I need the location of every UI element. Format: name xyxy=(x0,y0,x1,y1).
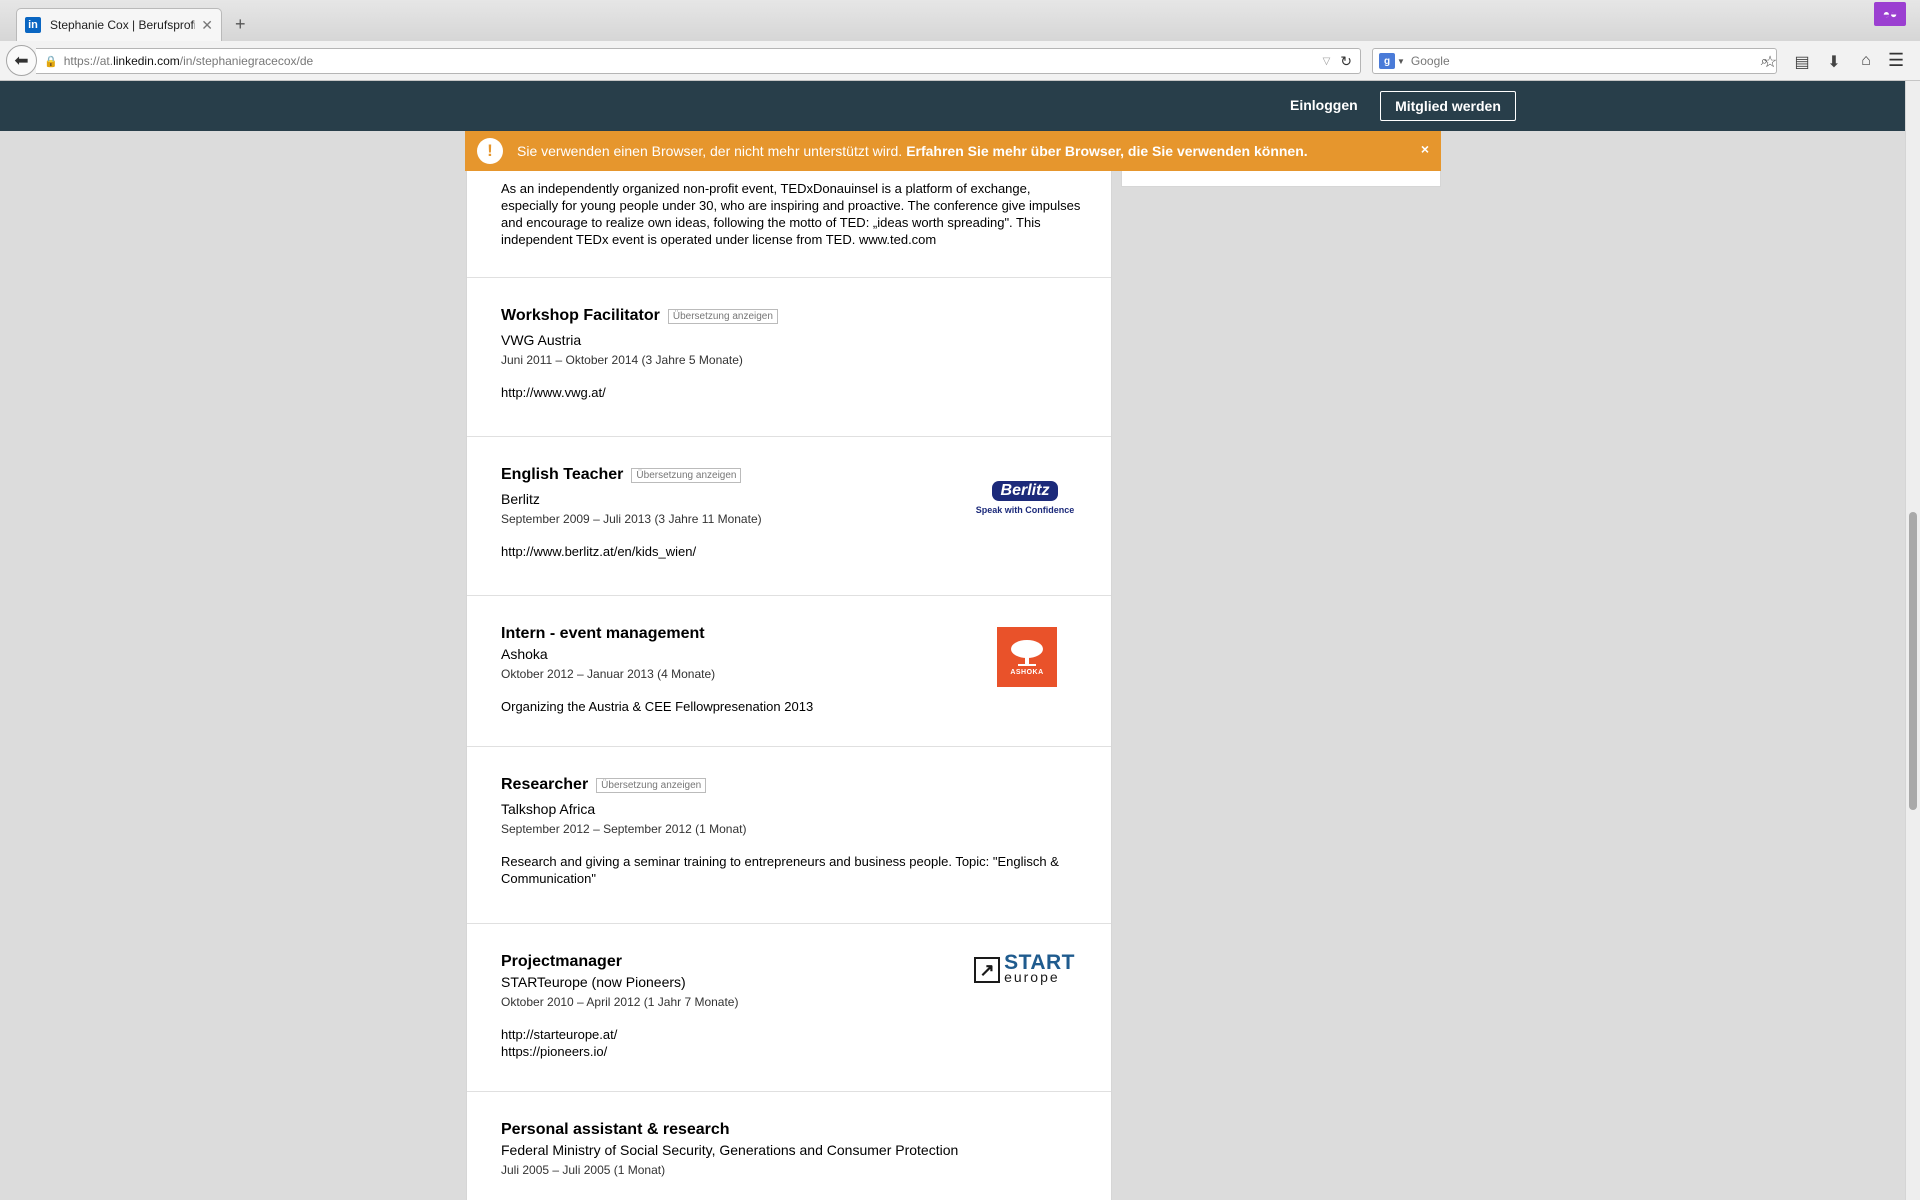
url-text[interactable]: https://at.linkedin.com/in/stephaniegrac… xyxy=(64,54,1323,68)
lock-icon: 🔒 xyxy=(44,55,58,68)
experience-entry: English Teacher Übersetzung anzeigen Ber… xyxy=(467,436,1111,595)
entry-description: As an independently organized non-profit… xyxy=(501,181,1081,247)
entry-company[interactable]: Ashoka xyxy=(501,646,1077,662)
starteurope-logo-start: START xyxy=(1004,951,1075,974)
back-button[interactable]: ⬅ xyxy=(6,45,37,76)
bookmark-star-icon[interactable]: ☆ xyxy=(1754,52,1786,72)
entry-description: Research and giving a seminar training t… xyxy=(501,854,1059,886)
entry-title[interactable]: Workshop Facilitator xyxy=(501,307,660,325)
entry-links: http://www.vwg.at/ xyxy=(501,384,1077,401)
starteurope-logo-europe: europe xyxy=(1004,969,1060,985)
entry-links: http://www.berlitz.at/en/kids_wien/ xyxy=(501,543,1077,560)
browser-tab-bar: in Stephanie Cox | Berufsprofil ✕ + ◓◒ xyxy=(0,0,1920,41)
entry-title[interactable]: Personal assistant & research xyxy=(501,1121,730,1139)
entry-title[interactable]: Projectmanager xyxy=(501,953,622,971)
reload-icon[interactable]: ↻ xyxy=(1340,53,1352,70)
private-browsing-mask-icon[interactable]: ◓◒ xyxy=(1874,2,1906,26)
arrow-up-right-icon: ↗ xyxy=(974,957,1001,983)
back-arrow-icon: ⬅ xyxy=(14,50,29,70)
entry-dates: Oktober 2010 – April 2012 (1 Jahr 7 Mona… xyxy=(501,995,739,1009)
show-translation-button[interactable]: Übersetzung anzeigen xyxy=(667,308,778,324)
experience-section: As an independently organized non-profit… xyxy=(466,131,1112,1200)
berlitz-tagline: Speak with Confidence xyxy=(975,505,1075,515)
unsupported-browser-banner: ! Sie verwenden einen Browser, der nicht… xyxy=(465,131,1441,171)
linkedin-header: Einloggen Mitglied werden xyxy=(0,81,1905,131)
entry-dates: Juni 2011 – Oktober 2014 (3 Jahre 5 Mona… xyxy=(501,353,743,367)
entry-link[interactable]: http://www.vwg.at/ xyxy=(501,384,1077,401)
close-tab-icon[interactable]: ✕ xyxy=(201,17,213,34)
reading-list-icon[interactable]: ▤ xyxy=(1786,52,1818,72)
entry-title[interactable]: Intern - event management xyxy=(501,625,705,643)
new-tab-icon[interactable]: + xyxy=(235,14,246,35)
entry-title-row: Personal assistant & research xyxy=(501,1121,1077,1139)
toolbar-icons: ☆ ▤ ⬇ ⌂ xyxy=(1754,52,1882,72)
entry-link[interactable]: http://starteurope.at/ xyxy=(501,1026,1077,1043)
experience-entry: Researcher Übersetzung anzeigen Talkshop… xyxy=(467,746,1111,923)
hamburger-menu-icon[interactable]: ☰ xyxy=(1888,50,1904,71)
linkedin-favicon-icon: in xyxy=(25,17,41,33)
scrollbar-thumb[interactable] xyxy=(1909,512,1917,810)
tree-icon xyxy=(1011,639,1043,666)
entry-company[interactable]: VWG Austria xyxy=(501,332,1077,348)
entry-title-row: Workshop Facilitator Übersetzung anzeige… xyxy=(501,307,1077,325)
ashoka-logo[interactable]: ASHOKA xyxy=(997,627,1057,687)
experience-entry: Intern - event management Ashoka Oktober… xyxy=(467,595,1111,746)
starteurope-logo-words: START europe xyxy=(1004,951,1075,985)
show-translation-button[interactable]: Übersetzung anzeigen xyxy=(596,777,707,793)
entry-dates: September 2012 – September 2012 (1 Monat… xyxy=(501,822,747,836)
google-search-engine-icon[interactable]: g xyxy=(1379,53,1395,69)
close-banner-icon[interactable]: × xyxy=(1421,141,1429,157)
warning-text: Sie verwenden einen Browser, der nicht m… xyxy=(517,143,903,159)
entry-links: http://starteurope.at/ https://pioneers.… xyxy=(501,1026,1077,1060)
berlitz-logo[interactable]: Berlitz Speak with Confidence xyxy=(975,481,1075,515)
experience-entry: Workshop Facilitator Übersetzung anzeige… xyxy=(467,277,1111,436)
experience-entry: Projectmanager STARTeurope (now Pioneers… xyxy=(467,923,1111,1091)
entry-title[interactable]: English Teacher xyxy=(501,466,623,484)
entry-dates: Juli 2005 – Juli 2005 (1 Monat) xyxy=(501,1163,666,1177)
url-bar[interactable]: 🔒 https://at.linkedin.com/in/stephaniegr… xyxy=(36,48,1361,74)
entry-link[interactable]: https://pioneers.io/ xyxy=(501,1043,1077,1060)
url-history-dropdown-icon[interactable]: ▽ xyxy=(1323,56,1331,67)
experience-entry: Personal assistant & research Federal Mi… xyxy=(467,1091,1111,1200)
search-bar[interactable]: g ▼ Google ⌕ xyxy=(1372,48,1777,74)
tab-title: Stephanie Cox | Berufsprofil xyxy=(50,18,196,32)
entry-company[interactable]: Federal Ministry of Social Security, Gen… xyxy=(501,1142,1077,1158)
entry-title-row: Researcher Übersetzung anzeigen xyxy=(501,776,1077,794)
learn-more-browsers-link[interactable]: Erfahren Sie mehr über Browser, die Sie … xyxy=(906,143,1307,159)
browser-tab[interactable]: in Stephanie Cox | Berufsprofil ✕ xyxy=(16,8,222,41)
url-prefix: https://at. xyxy=(63,54,114,68)
page-scrollbar[interactable] xyxy=(1905,81,1920,1200)
url-path: /in/stephaniegracecox/de xyxy=(179,54,314,68)
search-placeholder[interactable]: Google xyxy=(1411,54,1761,68)
search-engine-dropdown-icon[interactable]: ▼ xyxy=(1397,57,1405,66)
berlitz-logo-word: Berlitz xyxy=(991,481,1059,501)
warning-icon: ! xyxy=(477,138,503,164)
entry-dates: Oktober 2012 – Januar 2013 (4 Monate) xyxy=(501,667,716,681)
entry-title[interactable]: Researcher xyxy=(501,776,588,794)
home-icon[interactable]: ⌂ xyxy=(1850,52,1882,72)
starteurope-logo[interactable]: ↗ START europe xyxy=(974,951,1075,985)
login-link[interactable]: Einloggen xyxy=(1290,97,1358,113)
entry-company[interactable]: Talkshop Africa xyxy=(501,801,1077,817)
ashoka-logo-word: ASHOKA xyxy=(1010,668,1044,676)
url-domain: linkedin.com xyxy=(113,54,180,68)
entry-link[interactable]: http://www.berlitz.at/en/kids_wien/ xyxy=(501,543,1077,560)
show-translation-button[interactable]: Übersetzung anzeigen xyxy=(631,467,742,483)
entry-title-row: Intern - event management xyxy=(501,625,1077,643)
download-icon[interactable]: ⬇ xyxy=(1818,52,1850,72)
entry-description: Organizing the Austria & CEE Fellowprese… xyxy=(501,699,814,714)
browser-nav-bar: 🔒 https://at.linkedin.com/in/stephaniegr… xyxy=(0,41,1920,81)
join-button[interactable]: Mitglied werden xyxy=(1380,91,1516,121)
